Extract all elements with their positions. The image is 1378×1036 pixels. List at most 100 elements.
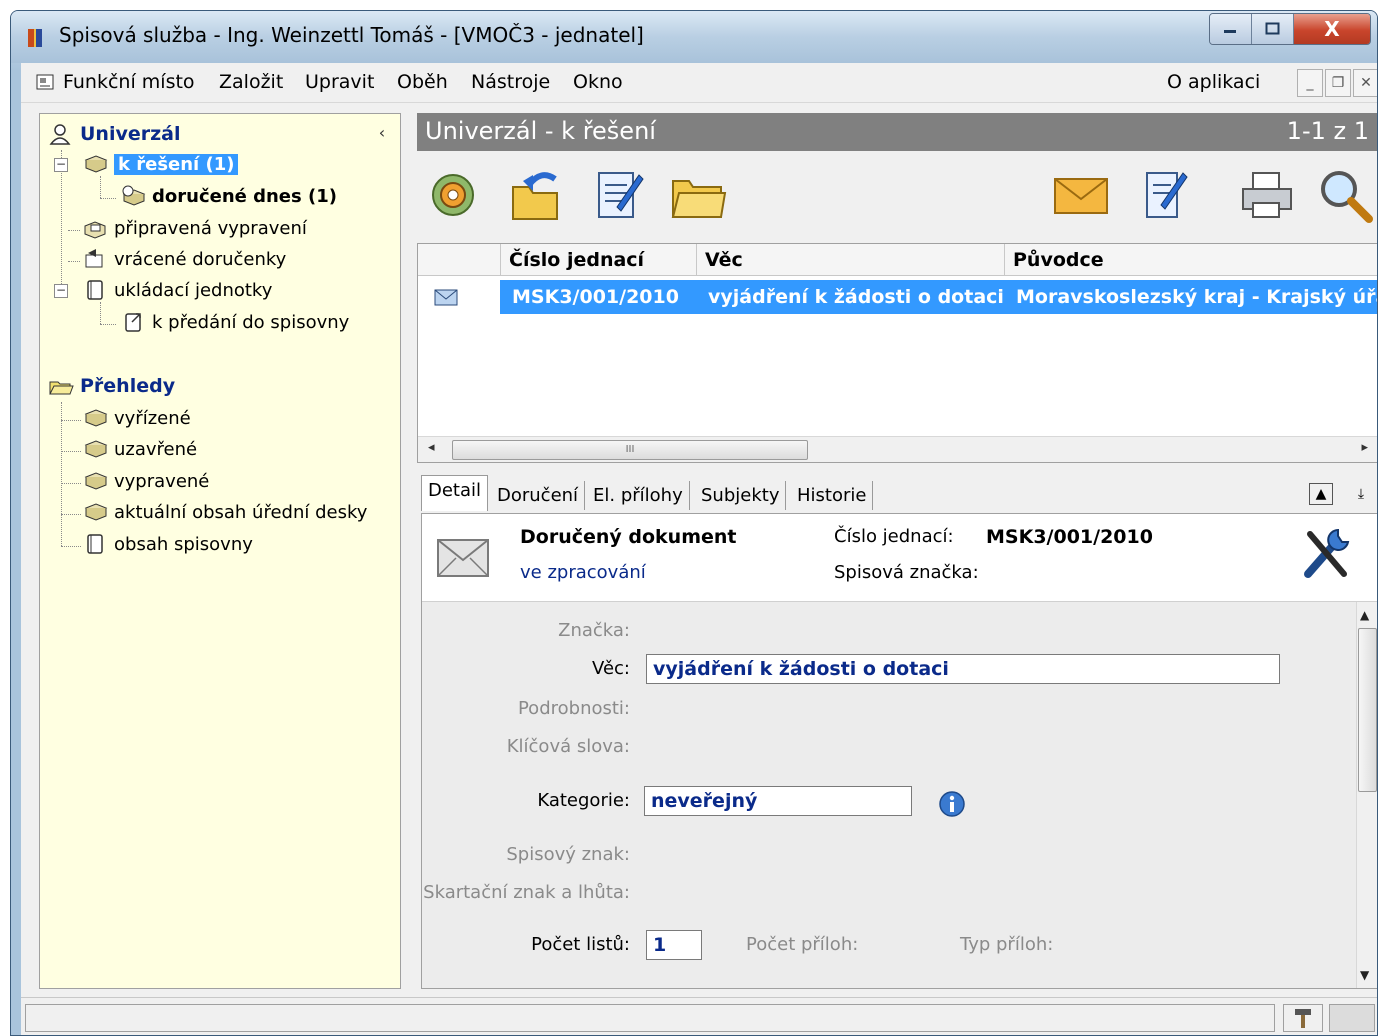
scroll-left-icon[interactable]: ◂ [428,440,435,455]
tree-item-uzavrene[interactable]: uzavřené [82,435,197,463]
tab-el-prilohy[interactable]: El. přílohy [587,481,690,510]
tab-detail[interactable]: Detail [421,475,489,511]
tree-item-label: obsah spisovny [114,533,253,555]
tree-item-label: připravená vypravení [114,217,307,239]
move-up-icon[interactable]: ▲ [1309,483,1333,505]
title-bar[interactable]: Spisová služba - Ing. Weinzettl Tomáš - … [11,11,1377,63]
column-header-cislo-jednaci[interactable]: Číslo jednací [500,244,696,276]
tree-item-label: vypravené [114,470,210,492]
znacka-label: Značka: [558,620,630,641]
scroll-thumb[interactable]: III [452,440,808,460]
tree-item-vyrizene[interactable]: vyřízené [82,404,191,432]
window-title: Spisová služba - Ing. Weinzettl Tomáš - … [59,23,644,47]
window-caption-buttons: X [1209,13,1371,45]
files-stack-icon [84,440,108,458]
menu-obeh[interactable]: Oběh [397,71,448,93]
document-type: Doručený dokument [520,526,737,548]
table-row[interactable]: MSK3/001/2010 vyjádření k žádosti o dota… [500,280,1377,314]
tree-group-prehledy[interactable]: Přehledy [48,372,175,400]
pocet-priloh-label: Počet příloh: [746,934,859,955]
tree-line [61,420,81,421]
note-icon[interactable] [1133,165,1193,225]
detail-form: Značka: Věc: vyjádření k žádosti o dotac… [422,602,1358,988]
tree-item-obsah-spisovny[interactable]: obsah spisovny [82,530,253,558]
menu-upravit[interactable]: Upravit [305,71,374,93]
status-tool-pane[interactable] [1283,1004,1323,1032]
folder-icon[interactable] [667,165,727,225]
column-header-vec[interactable]: Věc [696,244,1004,276]
files-clock-icon [122,185,146,206]
content-pane: Univerzál - k řešení 1-1 z 1 Číslo jedna… [417,113,1377,989]
spisovy-znak-label: Spisový znak: [506,844,630,865]
maximize-button[interactable] [1252,14,1294,44]
minimize-button[interactable] [1210,14,1252,44]
files-stack-icon [84,155,108,173]
tree-item-k-predani-do-spisovny[interactable]: k předání do spisovny [120,308,349,336]
mdi-minimize-button[interactable]: _ [1297,69,1323,97]
kategorie-field[interactable]: neveřejný [644,786,912,816]
tab-doruceni[interactable]: Doručení [491,481,586,510]
menu-nastroje[interactable]: Nástroje [471,71,550,93]
tab-subjekty[interactable]: Subjekty [695,481,787,510]
tree-item-ukladaci-jednotky[interactable]: ukládací jednotky [82,276,272,304]
mdi-close-button[interactable]: ✕ [1353,69,1377,97]
horizontal-scrollbar[interactable]: ◂ III ▸ [418,436,1377,462]
detail-summary: Doručený dokument ve zpracování Číslo je… [422,514,1377,602]
collapse-node-button[interactable]: − [54,284,68,298]
cell-cislo-jednaci: MSK3/001/2010 [512,286,679,308]
column-header-puvodce[interactable]: Původce [1004,244,1377,276]
close-button[interactable]: X [1294,14,1370,44]
files-stack-icon [84,409,108,427]
tab-historie[interactable]: Historie [791,481,874,510]
menu-funkcni-misto[interactable]: Funkční místo [63,71,195,93]
documents-grid: Číslo jednací Věc Původce MSK3/001/2010 … [417,243,1377,463]
app-icon [28,29,42,47]
mdi-restore-button[interactable]: ❐ [1325,69,1351,97]
tree-item-k-reseni[interactable]: k řešení (1) [82,150,239,178]
scroll-down-icon[interactable]: ▼ [1360,968,1369,982]
minimize-icon [1223,30,1236,33]
gear-icon[interactable] [425,165,485,225]
collapse-pane-button[interactable]: ‹ [370,120,394,144]
record-count: 1-1 z 1 [1286,117,1369,145]
received-document-icon [434,289,458,306]
edit-document-icon[interactable] [587,165,647,225]
menu-zalozit[interactable]: Založit [219,71,283,93]
tree-group-label: Přehledy [80,375,176,397]
vertical-scrollbar[interactable]: ▲ ▼ [1356,602,1377,988]
status-bar [21,997,1377,1035]
tree-line [100,302,101,324]
menu-about[interactable]: O aplikaci [1167,71,1260,93]
tree-item-vracene-dorucenky[interactable]: vrácené doručenky [82,245,286,273]
spisova-znacka-label: Spisová značka: [834,562,979,583]
search-icon[interactable] [1315,165,1375,225]
vec-field[interactable]: vyjádření k žádosti o dotaci [646,654,1280,684]
collapse-node-button[interactable]: − [54,158,68,172]
hammer-icon [1295,1009,1311,1028]
scroll-thumb[interactable] [1358,628,1377,792]
status-text-pane [25,1004,1275,1032]
tree-item-pripravena-vypraveni[interactable]: připravená vypravení [82,214,307,242]
cislo-jednaci-label: Číslo jednací: [834,526,954,547]
tree-item-uredni-deska[interactable]: aktuální obsah úřední desky [82,498,367,526]
tree-line [68,230,80,231]
menu-bar: Funkční místo Založit Upravit Oběh Nástr… [21,63,1377,103]
tools-icon[interactable] [1298,524,1354,584]
tree-item-dorucene-dnes[interactable]: doručené dnes (1) [120,182,337,210]
tree-item-vypravene[interactable]: vypravené [82,467,209,495]
return-icon[interactable] [507,165,567,225]
scroll-up-icon[interactable]: ▲ [1360,608,1369,622]
printer-icon[interactable] [1237,165,1297,225]
status-end-pane [1329,1004,1375,1032]
envelope-icon[interactable] [1051,165,1111,225]
tree-line [61,451,81,452]
info-icon[interactable] [938,790,966,818]
tree-group-univerzal[interactable]: Univerzál [48,120,181,148]
grid-header: Číslo jednací Věc Původce [418,244,1377,276]
tree-line [100,324,116,325]
scroll-right-icon[interactable]: ▸ [1361,440,1368,455]
menu-okno[interactable]: Okno [573,71,623,93]
pocet-listu-field[interactable]: 1 [646,930,702,960]
binder-arrow-icon [125,313,141,332]
move-down-icon[interactable]: ⤓ [1349,483,1373,505]
